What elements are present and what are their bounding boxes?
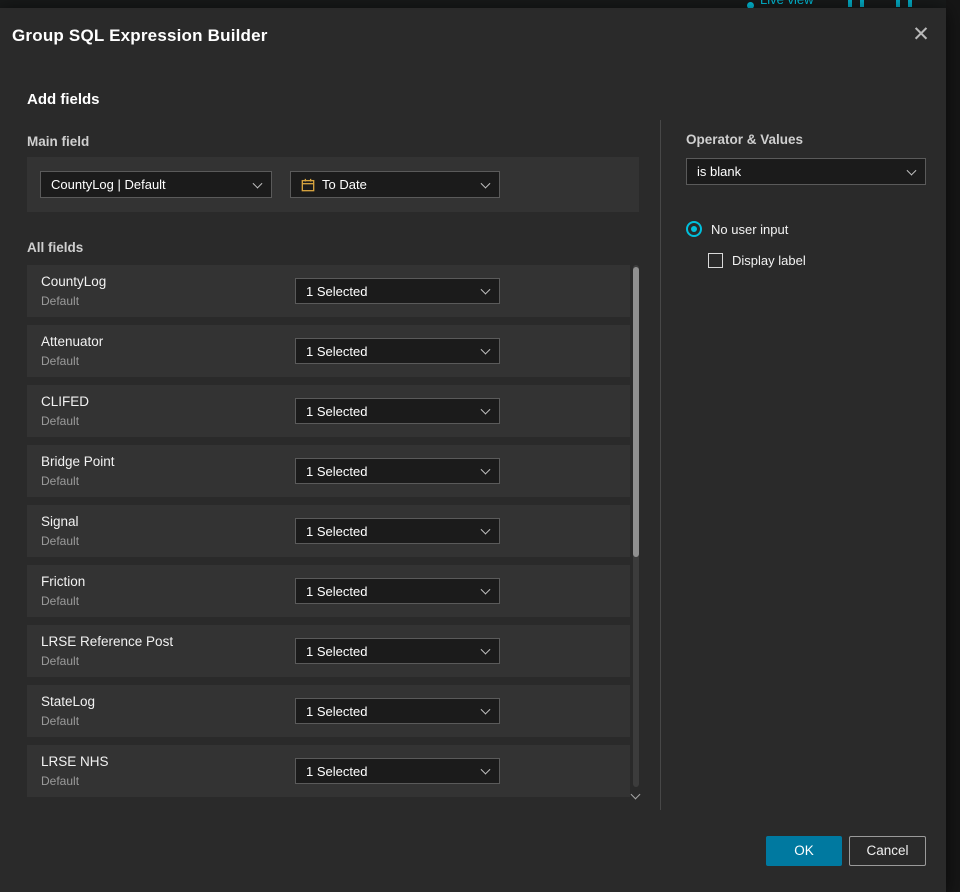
field-row: StateLog Default 1 Selected <box>27 685 630 737</box>
cancel-button[interactable]: Cancel <box>849 836 926 866</box>
close-icon[interactable]: ✕ <box>908 22 934 48</box>
field-subtitle: Default <box>41 474 80 488</box>
group-sql-expression-builder-dialog: Group SQL Expression Builder ✕ Add field… <box>0 8 946 892</box>
chevron-down-icon <box>252 178 263 189</box>
field-selection-value: 1 Selected <box>306 763 368 779</box>
no-user-input-radio[interactable]: No user input <box>686 221 788 237</box>
field-subtitle: Default <box>41 534 80 548</box>
background-right-edge <box>946 0 960 892</box>
field-selection-dropdown[interactable]: 1 Selected <box>295 518 500 544</box>
field-row: Bridge Point Default 1 Selected <box>27 445 630 497</box>
field-row: CountyLog Default 1 Selected <box>27 265 630 317</box>
field-selection-dropdown[interactable]: 1 Selected <box>295 338 500 364</box>
field-subtitle: Default <box>41 774 80 788</box>
field-selection-value: 1 Selected <box>306 403 368 419</box>
operator-select-value: is blank <box>697 164 742 179</box>
display-label-checkbox[interactable]: Display label <box>708 253 806 268</box>
chevron-down-icon <box>480 524 491 535</box>
field-name: CLIFED <box>41 394 90 409</box>
field-selection-dropdown[interactable]: 1 Selected <box>295 278 500 304</box>
chevron-down-icon <box>480 284 491 295</box>
date-field-select[interactable]: To Date <box>290 171 500 198</box>
field-selection-dropdown[interactable]: 1 Selected <box>295 458 500 484</box>
field-selection-value: 1 Selected <box>306 643 368 659</box>
field-name: Friction <box>41 574 86 589</box>
radio-selected-icon <box>686 221 702 237</box>
chevron-down-icon <box>480 178 491 189</box>
chevron-down-icon <box>480 344 491 355</box>
date-field-select-value: To Date <box>322 177 367 192</box>
ok-button[interactable]: OK <box>766 836 842 866</box>
add-fields-heading: Add fields <box>27 91 100 108</box>
field-selection-dropdown[interactable]: 1 Selected <box>295 638 500 664</box>
field-subtitle: Default <box>41 354 80 368</box>
field-selection-dropdown[interactable]: 1 Selected <box>295 698 500 724</box>
field-selection-value: 1 Selected <box>306 703 368 719</box>
field-selection-dropdown[interactable]: 1 Selected <box>295 758 500 784</box>
field-name: Signal <box>41 514 79 529</box>
field-selection-dropdown[interactable]: 1 Selected <box>295 398 500 424</box>
no-user-input-label: No user input <box>711 221 789 237</box>
field-row: Signal Default 1 Selected <box>27 505 630 557</box>
field-name: LRSE Reference Post <box>41 634 174 649</box>
field-selection-value: 1 Selected <box>306 523 368 539</box>
field-row: Friction Default 1 Selected <box>27 565 630 617</box>
field-name: Bridge Point <box>41 454 115 469</box>
field-name: CountyLog <box>41 274 107 289</box>
chevron-down-icon <box>480 464 491 475</box>
toolbar-icon <box>848 0 852 7</box>
main-field-panel: CountyLog | Default To Date <box>27 157 639 212</box>
field-row: CLIFED Default 1 Selected <box>27 385 630 437</box>
main-field-select-value: CountyLog | Default <box>51 177 166 192</box>
field-selection-value: 1 Selected <box>306 343 368 359</box>
field-name: Attenuator <box>41 334 104 349</box>
toolbar-icon <box>908 0 912 7</box>
dialog-title: Group SQL Expression Builder <box>12 26 268 45</box>
scrollbar-thumb[interactable] <box>633 267 639 557</box>
background-toolbar: Live view <box>0 0 960 8</box>
toolbar-icon <box>896 0 900 7</box>
chevron-down-icon <box>480 644 491 655</box>
field-selection-dropdown[interactable]: 1 Selected <box>295 578 500 604</box>
field-subtitle: Default <box>41 714 80 728</box>
display-label-label: Display label <box>732 253 806 268</box>
all-fields-list: CountyLog Default 1 Selected Attenuator … <box>27 265 630 797</box>
live-view-label: Live view <box>760 0 813 7</box>
screen: Live view Group SQL Expression Builder ✕… <box>0 0 960 892</box>
field-subtitle: Default <box>41 294 80 308</box>
chevron-down-icon <box>480 704 491 715</box>
scroll-down-icon[interactable] <box>631 791 640 800</box>
chevron-down-icon <box>480 584 491 595</box>
field-selection-value: 1 Selected <box>306 463 368 479</box>
panel-divider <box>660 120 661 810</box>
chevron-down-icon <box>480 764 491 775</box>
field-subtitle: Default <box>41 414 80 428</box>
field-selection-value: 1 Selected <box>306 283 368 299</box>
field-row: LRSE Reference Post Default 1 Selected <box>27 625 630 677</box>
field-row: LRSE NHS Default 1 Selected <box>27 745 630 797</box>
operator-select[interactable]: is blank <box>686 158 926 185</box>
checkbox-unchecked-icon <box>708 253 723 268</box>
field-subtitle: Default <box>41 594 80 608</box>
scrollbar-track[interactable] <box>633 265 639 787</box>
chevron-down-icon <box>480 404 491 415</box>
field-row: Attenuator Default 1 Selected <box>27 325 630 377</box>
main-field-label: Main field <box>27 134 90 149</box>
main-field-select[interactable]: CountyLog | Default <box>40 171 272 198</box>
calendar-icon <box>301 178 315 192</box>
field-subtitle: Default <box>41 654 80 668</box>
field-name: StateLog <box>41 694 96 709</box>
chevron-down-icon <box>906 165 917 176</box>
toolbar-icon <box>860 0 864 7</box>
field-name: LRSE NHS <box>41 754 109 769</box>
field-selection-value: 1 Selected <box>306 583 368 599</box>
operator-values-heading: Operator & Values <box>686 132 804 147</box>
all-fields-label: All fields <box>27 240 84 255</box>
